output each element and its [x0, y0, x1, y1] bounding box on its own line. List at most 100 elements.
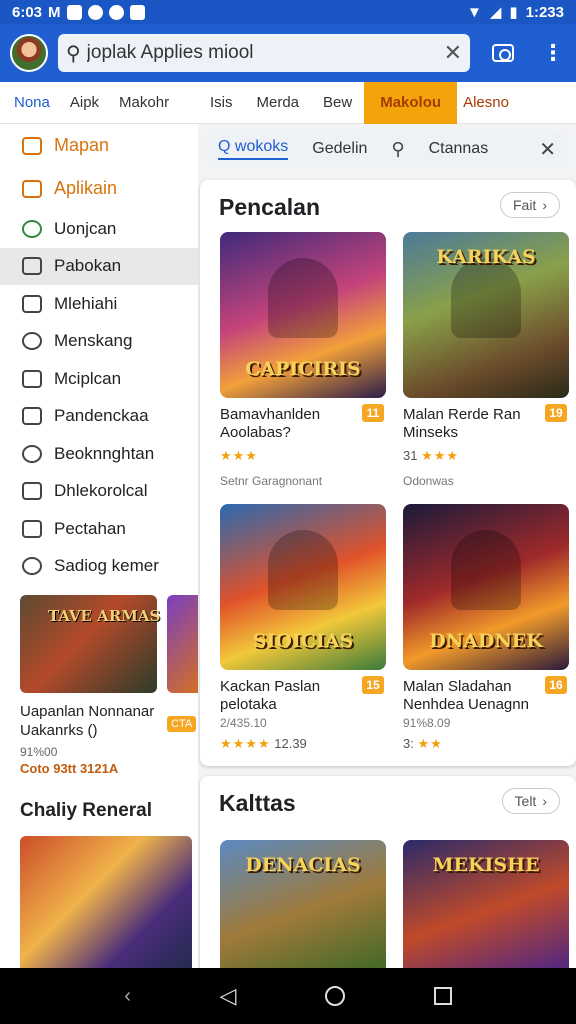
home-icon[interactable] — [325, 986, 346, 1006]
rating-value: 31 — [403, 448, 418, 463]
game-badge: 16 — [545, 676, 567, 694]
nav-item[interactable]: Pandenckaa — [0, 398, 198, 436]
promo-title: Uapanlan Nonnanar Uakanrks () — [20, 703, 155, 739]
game-card[interactable]: CAPICIRIS Bamavhanlden Aoolabas? 11 ★★★ … — [220, 232, 386, 488]
camera-icon[interactable] — [492, 44, 514, 62]
more-vert-icon[interactable]: ⋮ — [542, 42, 564, 64]
nav-item[interactable]: Menskang — [0, 323, 198, 361]
promo-badge: CTA — [167, 716, 197, 732]
left-section-title: Chaliy Reneral — [20, 799, 152, 821]
nav-item-label: Mlehiahi — [54, 293, 118, 313]
game-art-title: SIOICIAS — [252, 630, 354, 652]
section-card-2: Kalttas Telt › DENACIAS MEKISHE — [200, 776, 576, 1006]
avatar[interactable] — [10, 34, 48, 72]
promo-art-title: TAVE ARMAS — [48, 607, 161, 625]
nav-item[interactable]: Mapan — [0, 124, 198, 167]
back-icon[interactable]: ◁ — [220, 983, 237, 1009]
nav-item-icon — [22, 369, 42, 388]
game-meta: Odonwas — [403, 474, 454, 488]
section-more-button[interactable]: Telt › — [501, 788, 560, 814]
left-section-art[interactable] — [20, 835, 192, 968]
nav-item-label: Aplikain — [54, 178, 118, 198]
left-tab-3[interactable]: Makohr — [119, 94, 169, 111]
more-button-label: Telt — [514, 793, 537, 809]
game-art-title: KARIKAS — [436, 246, 536, 268]
game-art-figure — [268, 258, 338, 338]
nav-item-icon — [22, 332, 42, 351]
nav-item[interactable]: Mciplcan — [0, 360, 198, 398]
game-card[interactable]: KARIKAS Malan Rerde Ran Minseks 19 31 ★★… — [403, 232, 569, 488]
nav-item-label: Mapan — [54, 135, 110, 155]
battery-icon: ▮ — [509, 4, 518, 21]
system-nav-bar: ‹ ◁ — [0, 968, 576, 1024]
section-title: Kalttas — [219, 790, 296, 816]
game-title: Malan Rerde Ran Minseks — [403, 406, 521, 441]
nav-item-label: Dhlekorolcal — [54, 481, 148, 501]
promo-art-2 — [167, 595, 198, 693]
filter-item[interactable]: Gedelin — [312, 140, 367, 158]
left-tab-1[interactable]: Nona — [14, 94, 50, 111]
nav-item[interactable]: Pectahan — [0, 510, 198, 548]
game-badge: 15 — [362, 676, 384, 694]
nav-item[interactable]: Beoknnghtan — [0, 435, 198, 473]
filter-active[interactable]: Q wokoks — [218, 138, 289, 160]
status-letter: M — [48, 3, 61, 21]
nav-item[interactable]: Sadiog kemer — [0, 548, 198, 586]
game-art-figure — [268, 530, 338, 610]
game-meta: Setnr Garagnonant — [220, 474, 323, 488]
nav-item[interactable]: Pabokan — [0, 247, 198, 285]
notification-icon-4 — [129, 4, 145, 20]
nav-item-label: Beoknnghtan — [54, 443, 155, 463]
promo-meta: 91%00 — [20, 744, 58, 759]
rating-stars: ★★★ — [220, 448, 258, 463]
left-tab-2[interactable]: Aipk — [70, 94, 99, 111]
nav-item-label: Uonjcan — [54, 218, 117, 238]
nav-item[interactable]: Mlehiahi — [0, 285, 198, 323]
section-more-button[interactable]: Fait › — [499, 192, 560, 218]
game-card[interactable]: SIOICIAS Kackan Paslan pelotaka 15 2/435… — [220, 504, 386, 752]
promo-banner[interactable]: TAVE ARMAS — [20, 595, 198, 695]
right-tabs: Isis Merda Bew Makolou Alesno ⬦ — [198, 81, 576, 124]
nav-item-icon — [22, 257, 42, 276]
right-tab-3[interactable]: Bew — [311, 94, 364, 111]
nav-item[interactable]: Dhlekorolcal — [0, 473, 198, 511]
game-badge: 19 — [545, 404, 567, 422]
nav-item-label: Mciplcan — [54, 368, 122, 388]
game-art-title: CAPICIRIS — [245, 358, 361, 380]
nav-item[interactable]: Uonjcan — [0, 210, 198, 248]
game-rating: ★★★ — [220, 448, 386, 464]
gear-icon[interactable]: ⬦ — [553, 92, 566, 113]
right-tab-1[interactable]: Isis — [198, 94, 245, 111]
signal-icon: ◢ — [489, 4, 502, 21]
notification-icon-3 — [108, 4, 124, 20]
chevron-left-icon[interactable]: ‹ — [124, 985, 131, 1008]
section-title: Pencalan — [219, 194, 320, 220]
game-title: Malan Sladahan Nenhdea Uenagnn — [403, 678, 529, 713]
chevron-right-icon: › — [542, 197, 547, 213]
nav-item-icon — [22, 407, 42, 426]
nav-item[interactable]: Aplikain — [0, 167, 198, 210]
filter-close-icon[interactable]: ✕ — [539, 137, 556, 162]
right-tab-active[interactable]: Makolou — [364, 81, 458, 124]
nav-item-label: Sadiog kemer — [54, 556, 159, 576]
game-art: SIOICIAS — [220, 504, 386, 670]
status-bar: 6:03 M ▼ ◢ ▮ 1:233 — [0, 0, 576, 24]
right-tab-2[interactable]: Merda — [245, 94, 312, 111]
game-rating: 3: ★★ — [403, 736, 569, 752]
search-input[interactable] — [86, 42, 427, 64]
game-card[interactable]: DNADNEK Malan Sladahan Nenhdea Uenagnn 1… — [403, 504, 569, 752]
filter-bar: Q wokoks Gedelin ⚲ Ctannas ✕ — [206, 130, 568, 168]
left-panel: Nona Aipk Makohr Mapan Aplikain Uonjcan Pab… — [0, 82, 198, 968]
recents-icon[interactable] — [433, 987, 452, 1005]
filter-search-icon[interactable]: ⚲ — [391, 139, 404, 160]
status-right: ▼ ◢ ▮ 1:233 — [467, 3, 564, 22]
game-title: Kackan Paslan pelotaka — [220, 678, 321, 713]
nav-item-icon — [22, 179, 42, 198]
filter-item-last[interactable]: Ctannas — [429, 140, 489, 158]
game-art-title: DNADNEK — [429, 630, 543, 652]
nav-item-label: Menskang — [54, 331, 133, 351]
right-tab-active-2[interactable]: Alesno — [457, 94, 515, 111]
nav-item-icon — [22, 294, 42, 313]
clear-search-icon[interactable]: ✕ — [444, 40, 462, 66]
search-box[interactable]: ⚲ ✕ — [58, 34, 470, 72]
